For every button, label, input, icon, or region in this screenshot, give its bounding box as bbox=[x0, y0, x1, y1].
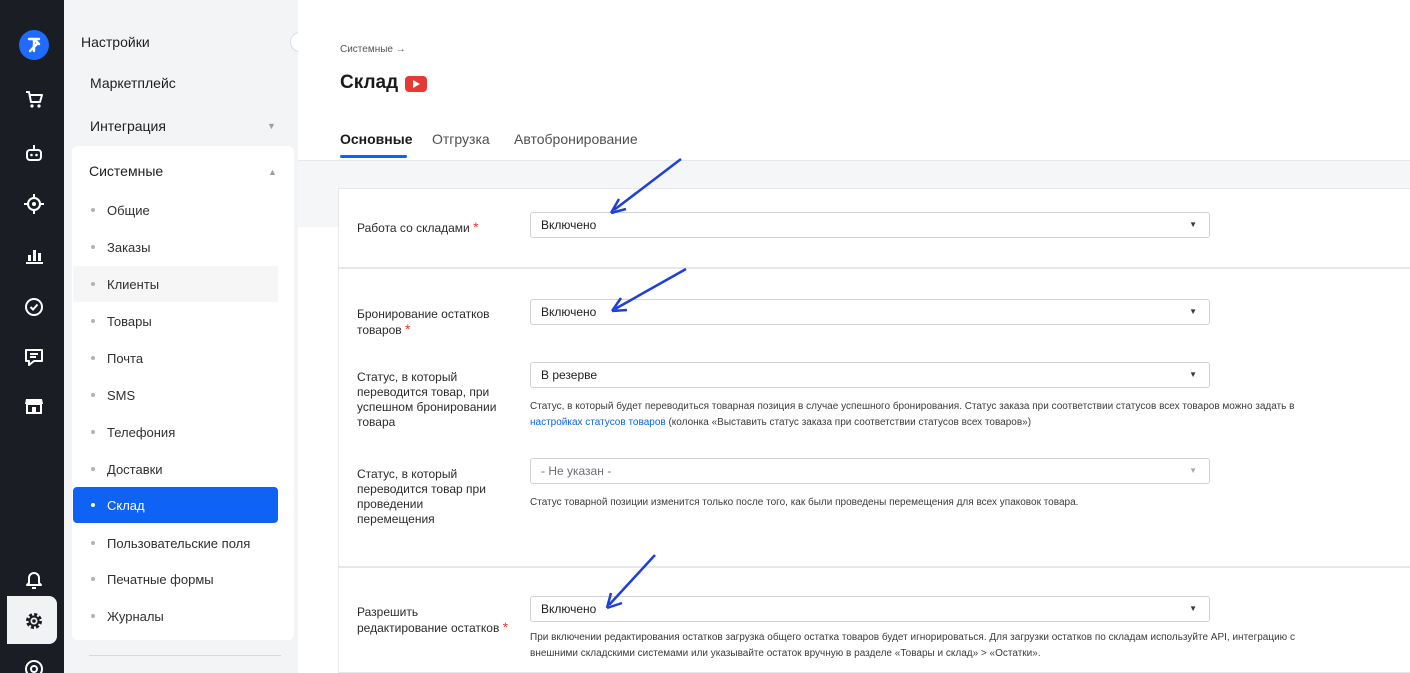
caret-down-icon: ▼ bbox=[1189, 466, 1197, 475]
settings-sidebar: Настройки Маркетплейс Интеграция ▼ Систе… bbox=[64, 0, 298, 673]
sidebar-item-integration[interactable]: Интеграция bbox=[73, 118, 294, 134]
sidebar-item-label: Товары bbox=[107, 313, 152, 329]
store-icon[interactable] bbox=[21, 392, 47, 418]
status-reserve-label: Статус, в который переводится товар, при у… bbox=[357, 370, 497, 429]
sidebar-item-label: Журналы bbox=[107, 608, 164, 624]
sidebar-item-label: Пользовательские поля bbox=[107, 535, 251, 551]
chevron-up-icon[interactable]: ▲ bbox=[268, 167, 277, 177]
sidebar-item-telephony[interactable]: Телефония bbox=[73, 414, 278, 450]
edit-stock-select[interactable]: Включено ▼ bbox=[530, 596, 1210, 622]
bullet-icon bbox=[91, 282, 95, 286]
select-value: Включено bbox=[541, 305, 597, 319]
sidebar-item-delivery[interactable]: Доставки bbox=[73, 451, 278, 487]
active-tab-indicator bbox=[340, 155, 407, 158]
chart-icon[interactable] bbox=[21, 242, 47, 268]
sidebar-item-custom-fields[interactable]: Пользовательские поля bbox=[73, 525, 278, 561]
reserve-label: Бронирование остатков товаров * bbox=[357, 307, 490, 337]
reserve-select[interactable]: Включено ▼ bbox=[530, 299, 1210, 325]
status-reserve-select[interactable]: В резерве ▼ bbox=[530, 362, 1210, 388]
bullet-icon bbox=[91, 208, 95, 212]
video-help-icon[interactable] bbox=[405, 76, 427, 92]
bell-icon[interactable] bbox=[21, 566, 47, 592]
bullet-icon bbox=[91, 614, 95, 618]
status-move-label: Статус, в который переводится товар при пр… bbox=[357, 467, 486, 526]
edit-stock-hint: При включении редактирования остатков за… bbox=[530, 632, 1295, 659]
sidebar-item-label: Почта bbox=[107, 350, 144, 366]
bullet-icon bbox=[91, 577, 95, 581]
main-content: Системные → Склад Основные Отгрузка Авто… bbox=[298, 0, 1410, 673]
edit-stock-label: Разрешить редактирование остатков * bbox=[357, 605, 509, 635]
sidebar-item-system[interactable]: Системные bbox=[89, 163, 163, 179]
select-value: Включено bbox=[541, 218, 597, 232]
required-marker: * bbox=[502, 619, 509, 635]
chat-icon[interactable] bbox=[21, 344, 47, 370]
check-circle-icon[interactable] bbox=[21, 294, 47, 320]
caret-down-icon: ▼ bbox=[1189, 307, 1197, 316]
sidebar-item-products[interactable]: Товары bbox=[73, 303, 278, 339]
bullet-icon bbox=[91, 467, 95, 471]
logo-icon[interactable] bbox=[19, 30, 49, 60]
sidebar-item-warehouse[interactable]: Склад bbox=[73, 487, 278, 523]
status-reserve-hint: Статус, в который будет переводиться тов… bbox=[530, 401, 1295, 428]
tab-auto-reservation[interactable]: Автобронирование bbox=[514, 131, 638, 147]
sidebar-item-label: Склад bbox=[107, 497, 145, 513]
sidebar-item-clients[interactable]: Клиенты bbox=[73, 266, 278, 302]
bullet-icon bbox=[91, 393, 95, 397]
sidebar-item-label: Заказы bbox=[107, 239, 151, 255]
status-move-select[interactable]: - Не указан - ▼ bbox=[530, 458, 1210, 484]
warehouses-select[interactable]: Включено ▼ bbox=[530, 212, 1210, 238]
sidebar-item-sms[interactable]: SMS bbox=[73, 377, 278, 413]
caret-down-icon: ▼ bbox=[1189, 604, 1197, 613]
app-window: Настройки Маркетплейс Интеграция ▼ Систе… bbox=[0, 0, 1410, 673]
bullet-icon bbox=[91, 245, 95, 249]
warehouses-label: Работа со складами * bbox=[357, 219, 479, 236]
breadcrumb[interactable]: Системные → bbox=[340, 44, 406, 55]
required-marker: * bbox=[405, 321, 411, 337]
select-value: Включено bbox=[541, 602, 597, 616]
sidebar-item-marketplace[interactable]: Маркетплейс bbox=[73, 75, 294, 91]
target-icon[interactable] bbox=[21, 191, 47, 217]
sidebar-item-label: SMS bbox=[107, 387, 136, 403]
sidebar-item-label: Телефония bbox=[107, 424, 176, 440]
bullet-icon bbox=[91, 319, 95, 323]
tab-main[interactable]: Основные bbox=[340, 131, 413, 147]
sidebar-title: Настройки bbox=[81, 34, 150, 50]
robot-icon[interactable] bbox=[21, 140, 47, 166]
tab-shipment[interactable]: Отгрузка bbox=[432, 131, 490, 147]
cart-icon[interactable] bbox=[21, 86, 47, 112]
status-move-hint: Статус товарной позиции изменится только… bbox=[530, 497, 1079, 508]
sidebar-item-logs[interactable]: Журналы bbox=[73, 598, 278, 634]
sidebar-item-mail[interactable]: Почта bbox=[73, 340, 278, 376]
bullet-icon bbox=[91, 356, 95, 360]
sidebar-divider bbox=[89, 655, 281, 656]
gear-icon[interactable] bbox=[21, 608, 47, 634]
support-icon[interactable] bbox=[21, 656, 47, 673]
required-marker: * bbox=[473, 219, 479, 235]
sidebar-item-print-forms[interactable]: Печатные формы bbox=[73, 561, 278, 597]
sidebar-item-general[interactable]: Общие bbox=[73, 192, 278, 228]
chevron-down-icon[interactable]: ▼ bbox=[267, 121, 276, 131]
select-value: В резерве bbox=[541, 368, 598, 382]
icon-rail bbox=[0, 0, 64, 673]
sidebar-item-label: Доставки bbox=[107, 461, 163, 477]
caret-down-icon: ▼ bbox=[1189, 220, 1197, 229]
bullet-icon bbox=[91, 541, 95, 545]
page-title: Склад bbox=[340, 72, 399, 93]
status-settings-link[interactable]: настройках статусов товаров bbox=[530, 417, 666, 428]
bullet-icon bbox=[91, 503, 95, 507]
sidebar-item-label: Клиенты bbox=[107, 276, 160, 292]
sidebar-item-label: Печатные формы bbox=[107, 571, 214, 587]
select-value: - Не указан - bbox=[541, 464, 612, 478]
sidebar-item-label: Общие bbox=[107, 202, 150, 218]
caret-down-icon: ▼ bbox=[1189, 370, 1197, 379]
bullet-icon bbox=[91, 430, 95, 434]
sidebar-item-orders[interactable]: Заказы bbox=[73, 229, 278, 265]
